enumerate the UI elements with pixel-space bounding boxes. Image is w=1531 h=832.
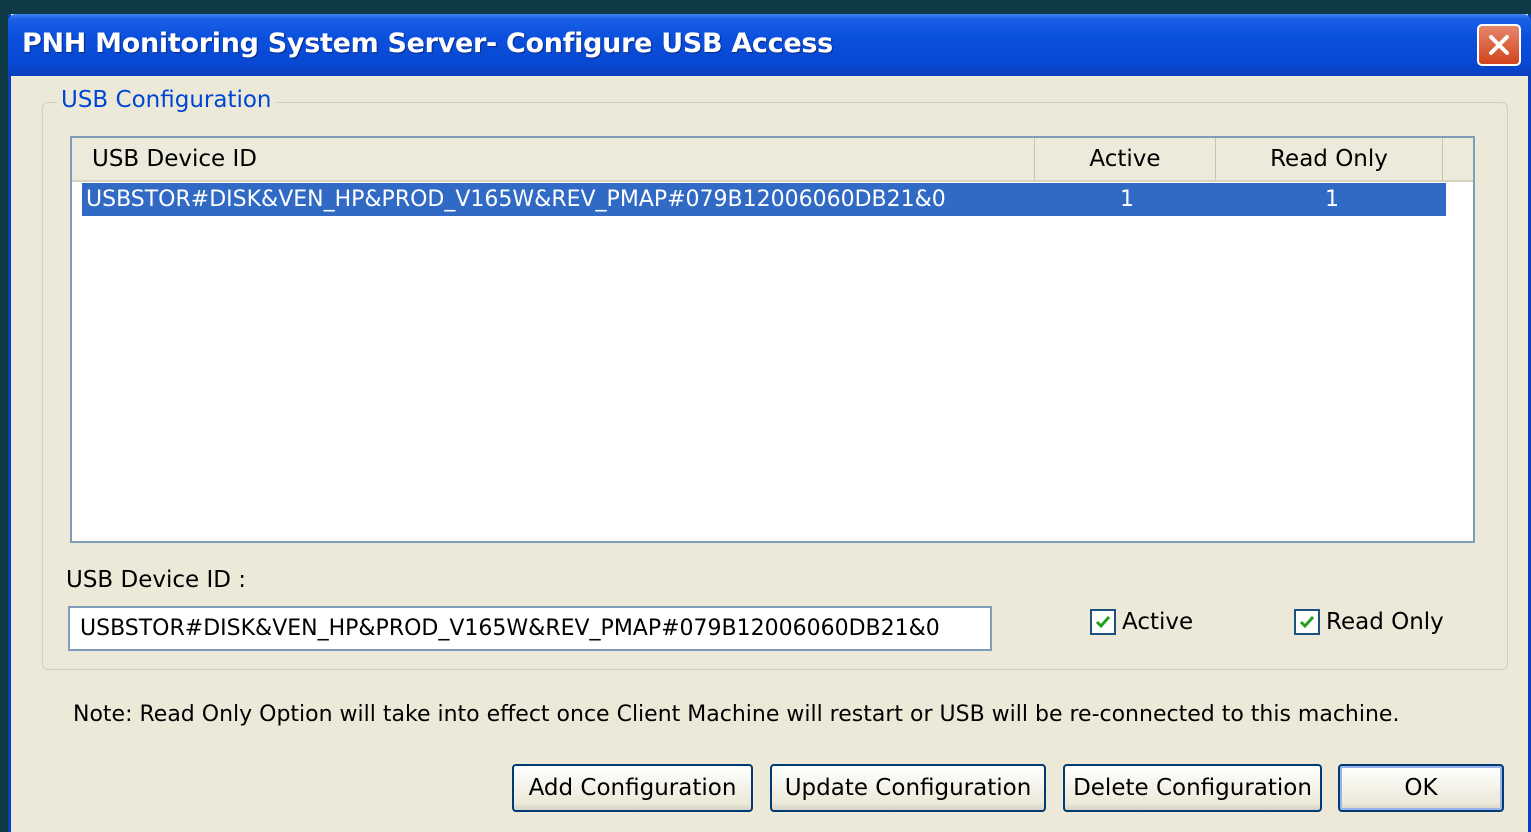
checkmark-icon	[1095, 616, 1111, 629]
read-only-checkbox-group[interactable]: Read Only	[1294, 609, 1444, 635]
close-button[interactable]	[1477, 24, 1521, 66]
usb-device-list[interactable]: USB Device ID Active Read Only USBSTOR#D…	[70, 136, 1475, 543]
column-header-read-only[interactable]: Read Only	[1216, 138, 1443, 180]
read-only-label: Read Only	[1326, 609, 1444, 635]
note-text: Note: Read Only Option will take into ef…	[73, 702, 1400, 727]
column-header-active[interactable]: Active	[1035, 138, 1216, 180]
delete-configuration-button[interactable]: Delete Configuration	[1063, 764, 1322, 812]
active-checkbox[interactable]	[1090, 609, 1116, 635]
usb-device-id-label: USB Device ID :	[66, 567, 247, 593]
group-label: USB Configuration	[57, 87, 276, 113]
row-active: 1	[1120, 187, 1134, 212]
window-title: PNH Monitoring System Server- Configure …	[22, 28, 833, 59]
usb-device-id-input[interactable]: USBSTOR#DISK&VEN_HP&PROD_V165W&REV_PMAP#…	[68, 606, 992, 651]
close-icon	[1489, 35, 1509, 55]
row-read-only: 1	[1325, 187, 1339, 212]
title-bar[interactable]: PNH Monitoring System Server- Configure …	[8, 14, 1531, 76]
checkmark-icon	[1299, 616, 1315, 629]
read-only-checkbox[interactable]	[1294, 609, 1320, 635]
active-label: Active	[1122, 609, 1194, 635]
active-checkbox-group[interactable]: Active	[1090, 609, 1193, 635]
list-header: USB Device ID Active Read Only	[72, 138, 1473, 182]
ok-button[interactable]: OK	[1338, 764, 1504, 812]
add-configuration-button[interactable]: Add Configuration	[512, 764, 753, 812]
table-row[interactable]: USBSTOR#DISK&VEN_HP&PROD_V165W&REV_PMAP#…	[82, 183, 1446, 216]
usb-configuration-group: USB Configuration USB Device ID Active R…	[42, 87, 1508, 670]
row-device-id: USBSTOR#DISK&VEN_HP&PROD_V165W&REV_PMAP#…	[86, 187, 946, 212]
configure-usb-dialog: PNH Monitoring System Server- Configure …	[8, 14, 1531, 832]
update-configuration-button[interactable]: Update Configuration	[770, 764, 1046, 812]
column-header-usb-device-id[interactable]: USB Device ID	[72, 138, 1035, 180]
